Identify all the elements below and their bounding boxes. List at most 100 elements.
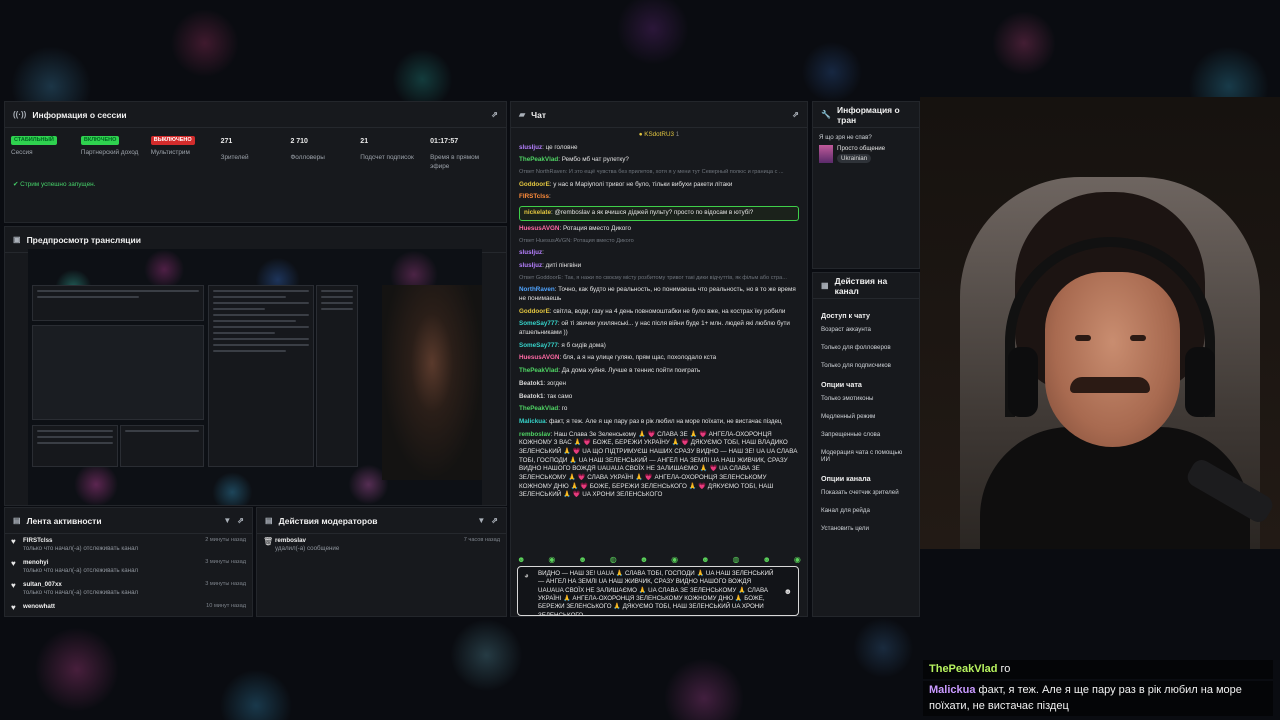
channel-action-item[interactable]: Установить цели (821, 525, 911, 532)
session-info-title: Информация о сессии (32, 109, 127, 120)
channel-action-item[interactable]: Модерация чата с помощью ИИ (821, 449, 911, 463)
category-name: Просто общение (837, 145, 886, 152)
channel-action-item[interactable]: Показать счетчик зрителей (821, 489, 911, 496)
chat-username[interactable]: ThePeakVlad (519, 405, 558, 412)
emoji-picker-icon[interactable]: ☻ (784, 587, 792, 598)
heart-icon: ♥ (11, 537, 16, 546)
channel-action-item[interactable]: Канал для рейда (821, 507, 911, 514)
chat-username[interactable]: ThePeakVlad (519, 367, 558, 374)
chat-message[interactable]: GoddoorE: у нас в Маріуполі тривог не бу… (519, 181, 799, 190)
chat-message[interactable]: Beatok1: так само (519, 393, 799, 402)
chat-message[interactable]: Malickua: факт, я теж. Але я ще пару раз… (519, 418, 799, 427)
chat-message[interactable]: FIRSTclss: (519, 193, 799, 202)
filter-icon[interactable]: ▼ (223, 516, 231, 525)
popout-icon[interactable]: ⇗ (491, 516, 498, 525)
wrench-icon: 🔧 (821, 110, 831, 119)
emote-icon[interactable]: ◉ (794, 555, 801, 564)
reply-preview[interactable]: Ответ HuesusAVGN: Ротация вместо Дикого (519, 238, 799, 246)
activity-user[interactable]: sultan_007xx (23, 581, 138, 589)
overlay-text: го (997, 663, 1011, 675)
stream-preview-video[interactable] (28, 249, 482, 505)
chat-panel: ▰ Чат ⇗ ● KSdotRU3 1 slusljuz: це головн… (510, 101, 808, 617)
chat-username[interactable]: SomeSay777 (519, 342, 558, 349)
emote-icon[interactable]: ☻ (701, 555, 709, 564)
chat-message[interactable]: SomeSay777: ой ті звички ухилянські... у… (519, 320, 799, 337)
mod-user[interactable]: remboslav (275, 537, 339, 545)
chat-header: ▰ Чат ⇗ (511, 102, 807, 128)
stream-info-panel: 🔧 Информация о тран Я що зря не спав? Пр… (812, 101, 920, 269)
chat-username[interactable]: Beatok1 (519, 393, 544, 400)
heart-icon: ♥ (11, 559, 16, 569)
category-thumbnail (819, 145, 833, 163)
broadcast-icon: ((·)) (13, 110, 27, 119)
channel-action-item[interactable]: Только эмотиконы (821, 395, 911, 402)
chat-message[interactable]: slusljuz: це головне (519, 144, 799, 153)
channel-action-item[interactable]: Возраст аккаунта (821, 326, 911, 333)
emote-icon[interactable]: ☻ (763, 555, 771, 564)
emote-icon[interactable]: ◍ (610, 555, 617, 564)
popout-icon[interactable]: ⇗ (237, 516, 244, 525)
chat-messages[interactable]: ● KSdotRU3 1 slusljuz: це головне ThePeak… (511, 128, 807, 552)
emote-icon[interactable]: ☻ (578, 555, 586, 564)
chat-message[interactable]: NorthRaven: Точно, как будто не реальнос… (519, 286, 799, 303)
chat-text: : Ротация вместо Дикого (559, 224, 631, 232)
channel-action-item[interactable]: Медленный режим (821, 413, 911, 420)
channel-action-item[interactable]: Запрещенные слова (821, 431, 911, 438)
stat-value: 21 (360, 138, 369, 145)
chat-message[interactable]: HuesusAVGN: Ротация вместо Дикого (519, 225, 799, 234)
chat-message[interactable]: HuesusAVGN: бля, а я на улице гуляю, пря… (519, 354, 799, 363)
activity-user[interactable]: FIRSTclss (23, 537, 138, 545)
emote-icon[interactable]: ◉ (671, 555, 678, 564)
chat-username[interactable]: NorthRaven (519, 286, 555, 293)
chat-username[interactable]: slusljuz (519, 262, 542, 269)
pinned-user[interactable]: KSdotRU3 (644, 131, 674, 138)
emote-bar[interactable]: ☻ ◉ ☻ ◍ ☻ ◉ ☻ ◍ ☻ ◉ (517, 555, 801, 564)
chat-title: Чат (531, 109, 547, 120)
chat-message[interactable]: ThePeakVlad: Рембо мб чат рулетку? (519, 156, 799, 165)
chat-text: : (542, 249, 544, 257)
chat-username[interactable]: ThePeakVlad (519, 156, 558, 163)
chat-username[interactable]: GoddoorE (519, 181, 550, 188)
chat-message[interactable]: nickelate: @remboslav а як вчишся діджей… (519, 206, 799, 221)
chat-username[interactable]: Beatok1 (519, 380, 544, 387)
chat-username[interactable]: nickelate (524, 209, 551, 216)
filter-icon[interactable]: ▼ (477, 516, 485, 525)
activity-title: Лента активности (26, 515, 102, 526)
chat-username[interactable]: remboslav (519, 431, 551, 438)
chat-username[interactable]: HuesusAVGN (519, 354, 559, 361)
stat-label: Зрителей (220, 154, 249, 162)
language-tag[interactable]: Ukrainian (837, 154, 872, 163)
chat-message[interactable]: Beatok1: зогден (519, 380, 799, 389)
chat-username[interactable]: GoddoorE (519, 308, 550, 315)
chat-message[interactable]: remboslav: Наш Слава Зе Зеленському 🙏 💗 … (519, 431, 799, 501)
emote-icon[interactable]: ☻ (517, 555, 525, 564)
chat-input[interactable]: ◕ ВИДНО — НАШ ЗЕ! UAUA 🙏 СЛАВА ТОБІ, ГОС… (517, 566, 799, 616)
reply-preview[interactable]: Ответ GoddoorE: Так, я нажи по своєму мі… (519, 275, 799, 283)
channel-action-item[interactable]: Только для фолловеров (821, 344, 911, 351)
emote-icon[interactable]: ◉ (548, 555, 555, 564)
chat-message[interactable]: slusljuz: (519, 249, 799, 258)
session-stat: СТАБИЛЬНЫЙ Сессия (11, 136, 81, 172)
chat-username[interactable]: FIRSTclss (519, 193, 549, 200)
emote-icon[interactable]: ☻ (640, 555, 648, 564)
activity-user[interactable]: wenowhatt (23, 603, 55, 611)
activity-user[interactable]: menohyi (23, 559, 138, 567)
chat-username[interactable]: SomeSay777 (519, 320, 558, 327)
chat-message[interactable]: SomeSay777: я б сидів дома) (519, 342, 799, 351)
chat-username[interactable]: slusljuz (519, 144, 542, 151)
chat-username[interactable]: slusljuz (519, 249, 542, 256)
popout-icon[interactable]: ⇗ (792, 110, 799, 119)
reply-preview[interactable]: Ответ NorthRaven: И это ещё чувства без … (519, 169, 799, 177)
popout-icon[interactable]: ⇗ (491, 110, 498, 119)
mod-action-text: удалил(-а) сообщение (275, 545, 340, 553)
chat-message[interactable]: ThePeakVlad: Да дома хуйня. Лучше в тенн… (519, 367, 799, 376)
chat-username[interactable]: HuesusAVGN (519, 225, 559, 232)
chat-message[interactable]: GoddoorE: світла, води, газу на 4 день п… (519, 308, 799, 317)
channel-action-item[interactable]: Только для подписчиков (821, 362, 911, 369)
chat-username[interactable]: Malickua (519, 418, 546, 425)
chat-message[interactable]: ThePeakVlad: го (519, 405, 799, 414)
mod-action-time: 7 часов назад (463, 537, 500, 543)
emote-icon[interactable]: ◍ (733, 555, 740, 564)
heart-icon: ♥ (11, 603, 16, 613)
chat-message[interactable]: slusljuz: диті пінгвіни (519, 262, 799, 271)
